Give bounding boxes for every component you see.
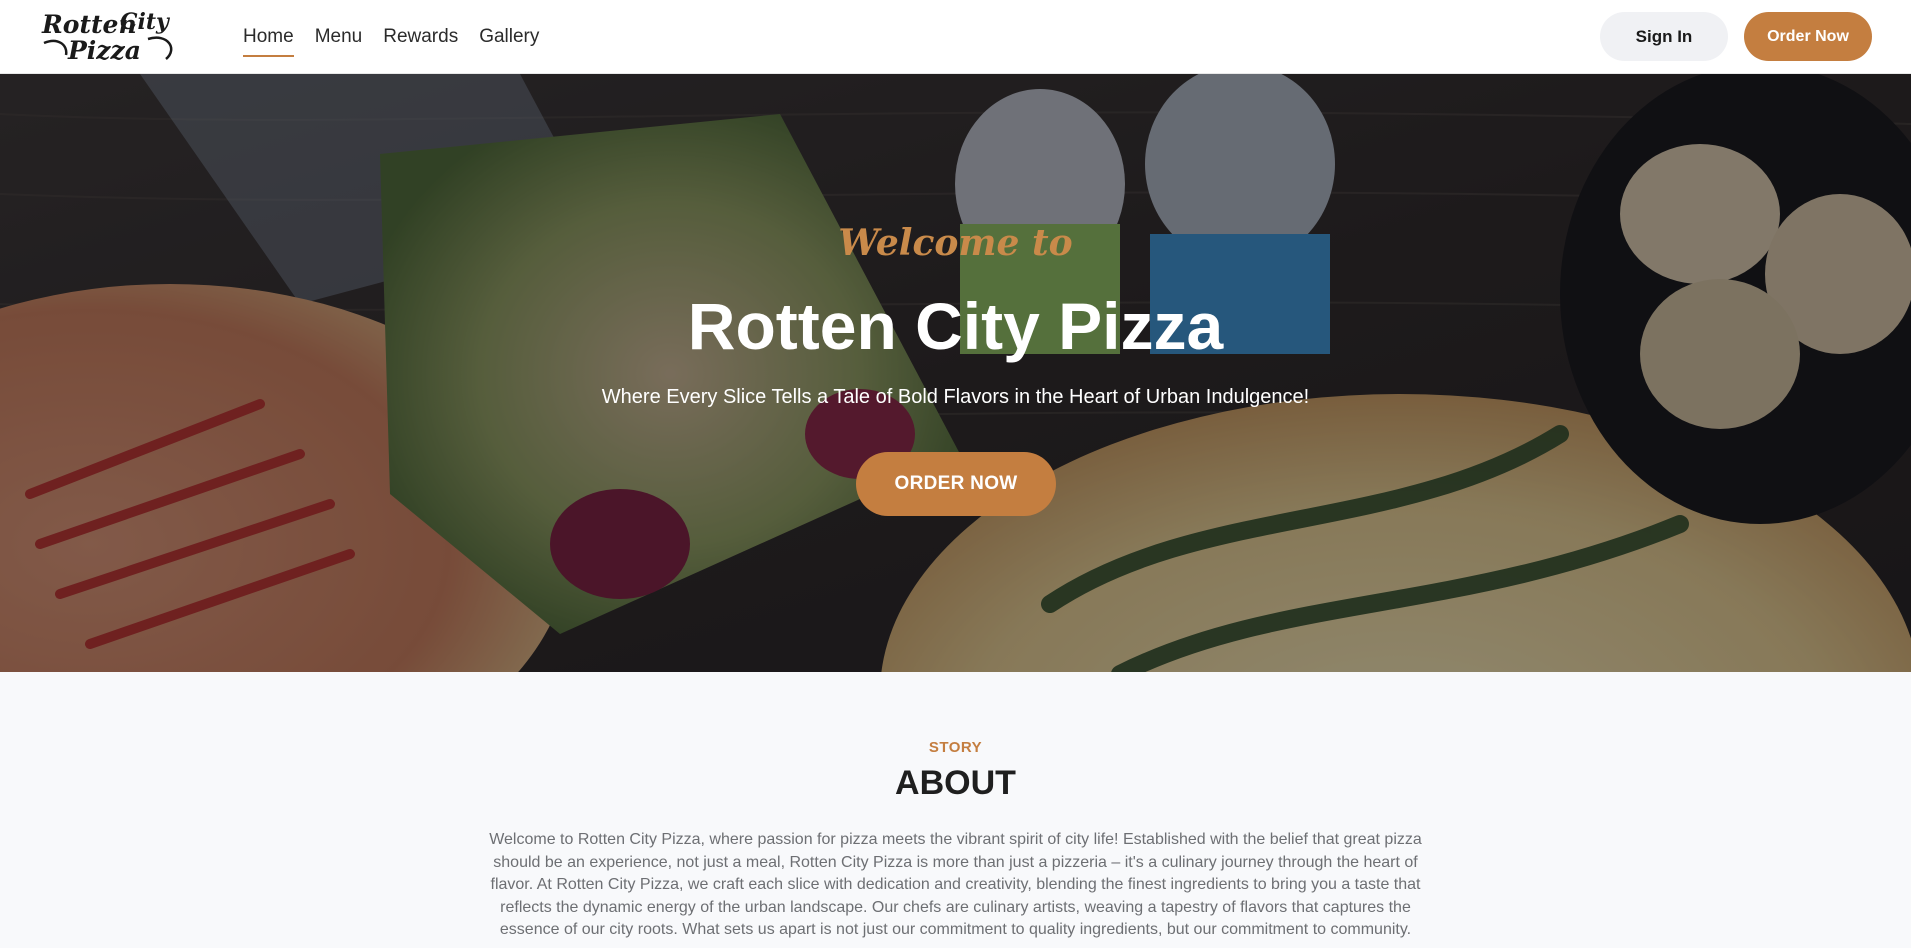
nav-link-gallery[interactable]: Gallery [479, 0, 539, 74]
about-body-text: Welcome to Rotten City Pizza, where pass… [489, 831, 1422, 938]
main-menu: Home Menu Rewards Gallery [243, 0, 539, 74]
svg-text:City: City [120, 9, 171, 35]
about-eyebrow: STORY [928, 739, 983, 756]
nav-link-menu[interactable]: Menu [315, 0, 363, 74]
hero-banner: Welcome to Rotten City Pizza Where Every… [0, 74, 1911, 672]
brand-logo[interactable]: Rotten City Pizza [38, 3, 182, 73]
svg-text:Pizza: Pizza [67, 36, 141, 65]
hero-welcome-text: Welcome to [838, 222, 1073, 264]
sign-in-button[interactable]: Sign In [1600, 12, 1728, 61]
nav-link-home[interactable]: Home [243, 0, 294, 74]
about-section: STORY ABOUT Welcome to Rotten City Pizza… [0, 672, 1911, 948]
order-now-button[interactable]: Order Now [1744, 12, 1872, 61]
nav-link-rewards[interactable]: Rewards [383, 0, 458, 74]
logo-wordmark: Rotten City Pizza [41, 9, 173, 65]
hero-subtitle: Where Every Slice Tells a Tale of Bold F… [601, 386, 1310, 408]
about-title: ABOUT [895, 764, 1016, 802]
hero-title: Rotten City Pizza [687, 289, 1224, 363]
hero-overlay [0, 74, 1911, 672]
hero-order-now-button[interactable]: ORDER NOW [856, 452, 1056, 516]
top-navbar: Rotten City Pizza Home Menu Rewards Gall… [0, 0, 1911, 74]
